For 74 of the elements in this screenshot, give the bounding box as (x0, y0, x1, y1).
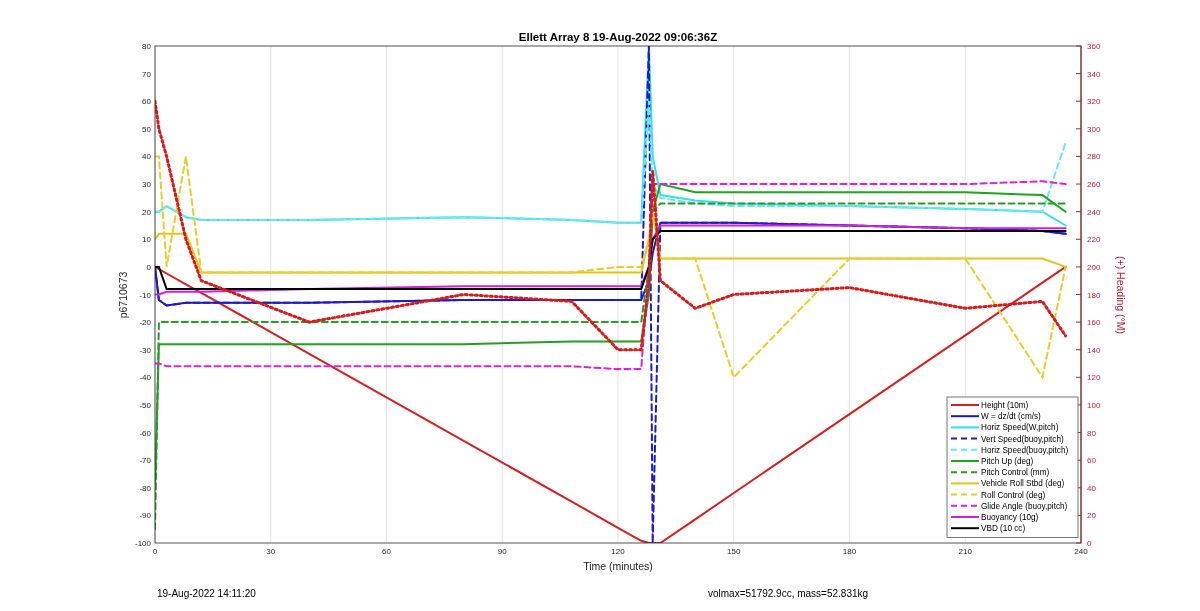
legend-label: W = dz/dt (cm/s) (981, 412, 1041, 422)
tick-label: 60 (382, 547, 391, 556)
tick-label: -30 (139, 345, 151, 355)
tick-label: 120 (611, 547, 625, 556)
legend-label: Horiz Speed(buoy,pitch) (981, 445, 1069, 455)
tick-label: -100 (135, 539, 151, 548)
tick-label: 360 (1087, 42, 1101, 51)
tick-label: 20 (142, 207, 151, 217)
x-axis-label: Time (minutes) (583, 560, 653, 572)
legend-label: Height (10m) (981, 401, 1029, 410)
legend-swatch (950, 426, 980, 429)
tick-label: 300 (1087, 124, 1101, 134)
legend-label: Glide Angle (buoy,pitch) (981, 501, 1068, 511)
tick-label: 80 (142, 42, 151, 51)
tick-label: 180 (1087, 290, 1101, 300)
tick-label: 200 (1087, 262, 1101, 272)
tick-label: 0 (1087, 539, 1092, 548)
tick-label: 180 (842, 547, 857, 556)
tick-label: 100 (1087, 400, 1101, 410)
tick-label: 210 (958, 547, 972, 556)
tick-label: 70 (142, 69, 151, 79)
legend-label: Horiz Speed(W,pitch) (981, 423, 1059, 433)
tick-label: 80 (1087, 428, 1096, 438)
tick-label: 120 (1087, 373, 1101, 383)
tick-label: 90 (497, 547, 507, 556)
tick-label: -20 (139, 318, 151, 328)
tick-label: 20 (1087, 511, 1096, 521)
legend-swatch (950, 504, 980, 507)
tick-label: 40 (142, 152, 151, 162)
legend-swatch (950, 482, 980, 485)
legend-swatch (950, 471, 980, 474)
tick-label: 40 (1087, 483, 1096, 493)
legend-label: Buoyancy (10g) (981, 513, 1039, 522)
tick-label: 30 (142, 180, 151, 190)
tick-label: 280 (1087, 152, 1101, 162)
tick-label: -80 (139, 483, 151, 493)
tick-label: 50 (142, 124, 151, 134)
legend-label: Vert Speed(buoy,pitch) (981, 434, 1064, 444)
legend-label: Roll Control (deg) (981, 490, 1046, 500)
legend-swatch (950, 448, 980, 451)
tick-label: 220 (1087, 235, 1101, 245)
legend-label: Pitch Up (deg) (981, 457, 1034, 466)
legend-swatch (950, 527, 980, 530)
tick-label: -10 (139, 290, 151, 300)
legend-label: Pitch Control (mm) (981, 468, 1050, 478)
chart-title: Ellett Array 8 19-Aug-2022 09:06:36Z (518, 31, 718, 43)
legend-label: Vehicle Roll Stbd (deg) (981, 479, 1065, 489)
y-axis-label: (+) Heading (°M) (1115, 256, 1127, 334)
tick-label: 340 (1087, 69, 1101, 79)
tick-label: 160 (1087, 318, 1101, 328)
timestamp: 19-Aug-2022 14:11:20 (157, 588, 256, 599)
tick-label: -70 (139, 456, 151, 466)
legend-swatch (950, 493, 980, 496)
legend-swatch (950, 437, 980, 440)
tick-label: -40 (139, 373, 151, 383)
tick-label: 30 (266, 547, 276, 556)
legend-swatch (950, 415, 980, 418)
tick-label: 260 (1087, 180, 1101, 190)
tick-label: -60 (139, 428, 151, 438)
tick-label: 0 (152, 547, 158, 556)
tick-label: 240 (1087, 207, 1101, 217)
tick-label: 140 (1087, 345, 1101, 355)
tick-label: 60 (1087, 456, 1096, 466)
tick-label: 150 (727, 547, 741, 556)
y-axis-label: p6710673 (117, 271, 129, 319)
legend-label: VBD (10 cc) (981, 524, 1026, 534)
tick-label: 240 (1074, 547, 1088, 556)
summary-text: volmax=51792.9cc, mass=52.831kg (708, 588, 869, 599)
tick-label: 60 (142, 97, 151, 107)
tick-label: 0 (146, 262, 151, 272)
tick-label: -90 (139, 511, 151, 521)
tick-label: -50 (139, 400, 151, 410)
tick-label: 320 (1087, 97, 1101, 107)
tick-label: 10 (142, 235, 151, 245)
